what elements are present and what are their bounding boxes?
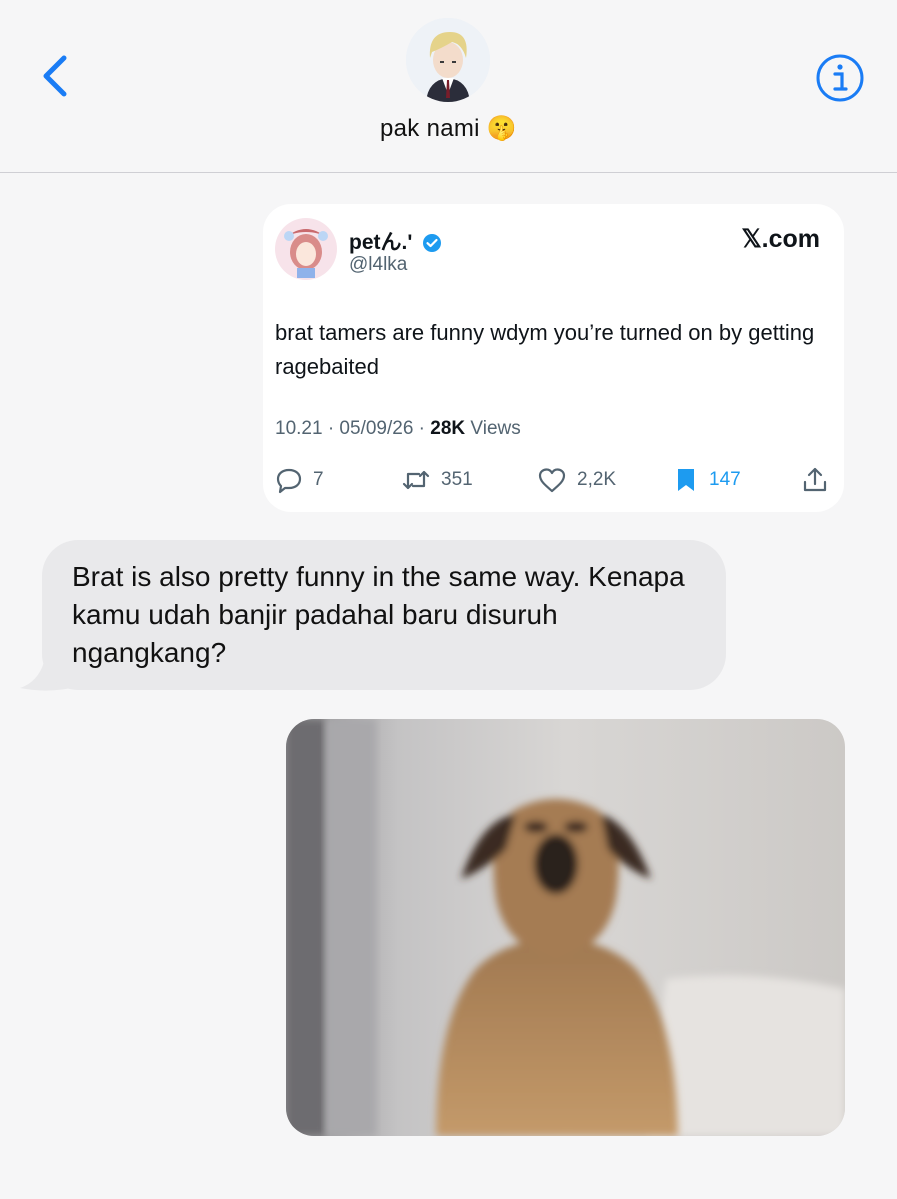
- tweet-author-avatar: [275, 218, 337, 280]
- tweet-meta: 10.21 · 05/09/26 · 28K Views: [275, 418, 521, 440]
- tweet-text: brat tamers are funny wdym you’re turned…: [275, 320, 815, 379]
- heart-icon: [538, 468, 566, 493]
- share-action[interactable]: [801, 462, 829, 498]
- share-icon: [803, 467, 827, 492]
- tweet-views-label: Views: [465, 418, 521, 439]
- tweet-views-count: 28K: [430, 418, 466, 439]
- tweet-author-name[interactable]: petん.': [349, 226, 442, 256]
- reply-action[interactable]: 7: [275, 462, 324, 498]
- back-button[interactable]: [36, 52, 76, 100]
- tweet-display-name: petん.': [349, 231, 413, 254]
- chevron-left-icon: [43, 55, 67, 97]
- reply-icon: [276, 468, 302, 494]
- shushing-face-emoji: 🤫: [486, 114, 517, 142]
- received-message-text: Brat is also pretty funny in the same wa…: [72, 561, 685, 668]
- contact-name[interactable]: pak nami 🤫: [0, 114, 897, 143]
- like-count: 2,2K: [577, 469, 617, 490]
- bookmark-count: 147: [709, 469, 741, 490]
- avatar-illustration: [406, 18, 490, 102]
- repost-count: 351: [441, 469, 473, 490]
- contact-avatar[interactable]: [406, 18, 490, 102]
- tweet-handle[interactable]: @l4lka: [349, 254, 407, 276]
- like-action[interactable]: 2,2K: [537, 462, 616, 498]
- verified-badge-icon: [423, 234, 442, 253]
- info-button[interactable]: [814, 52, 866, 104]
- tweet-source-label: 𝕏.com: [741, 225, 821, 253]
- tweet-preview-card[interactable]: petん.' @l4lka 𝕏.com brat tamers are funn…: [263, 204, 844, 512]
- tweet-actions: 7 351 2,2K 147: [275, 462, 830, 498]
- repost-icon: [402, 470, 430, 490]
- received-message-bubble[interactable]: Brat is also pretty funny in the same wa…: [42, 540, 726, 690]
- tweet-time-date: 10.21 · 05/09/26 ·: [275, 418, 431, 439]
- bookmark-action[interactable]: 147: [673, 462, 741, 498]
- info-circle-icon: [816, 54, 864, 102]
- bookmark-filled-icon: [678, 469, 694, 491]
- contact-name-text: pak nami: [380, 115, 480, 142]
- reply-count: 7: [313, 469, 324, 490]
- conversation-header: pak nami 🤫: [0, 0, 897, 173]
- image-message-dog[interactable]: [286, 719, 845, 1136]
- repost-action[interactable]: 351: [401, 462, 473, 498]
- dog-photo: [286, 719, 845, 1136]
